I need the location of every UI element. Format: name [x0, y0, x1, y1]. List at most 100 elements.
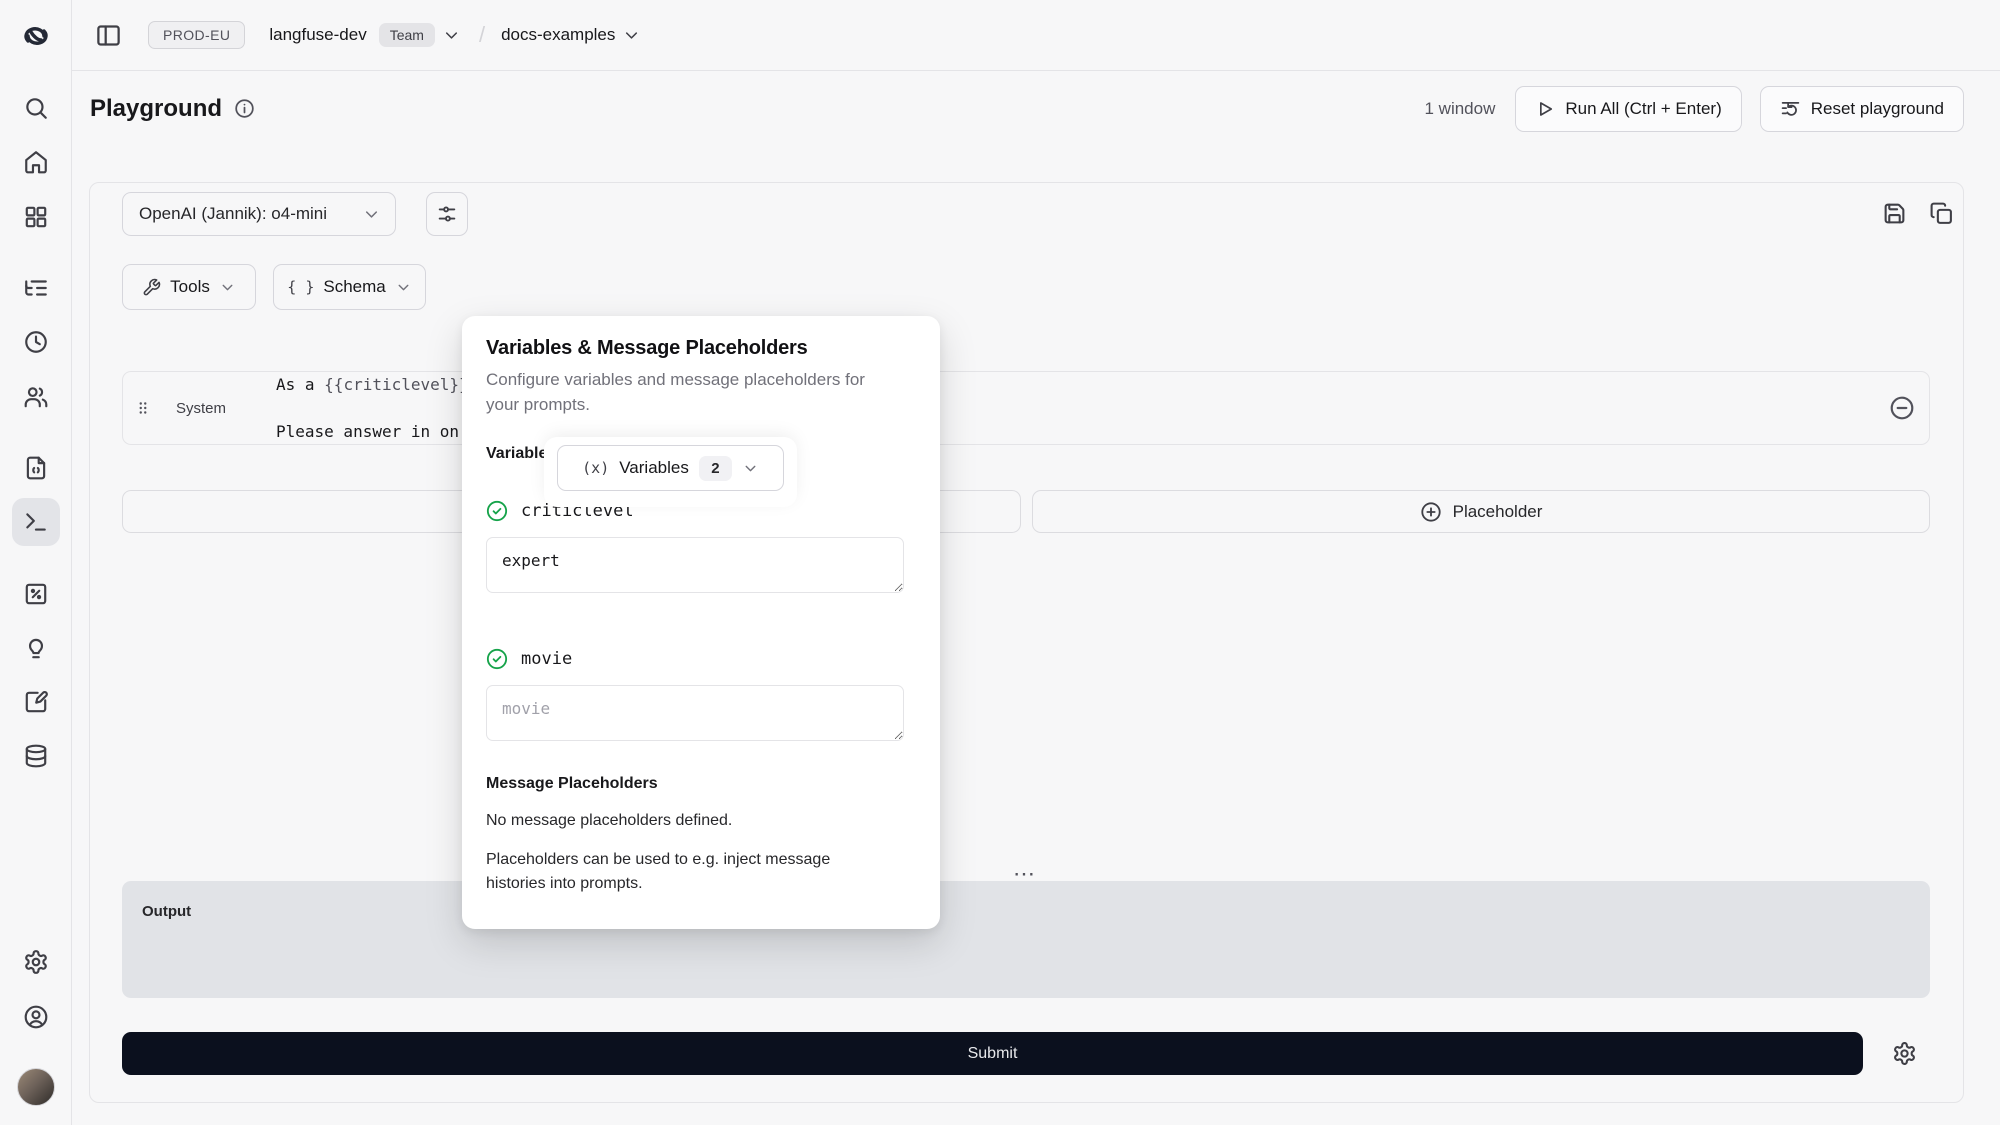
message-role-label[interactable]: System — [176, 400, 248, 417]
placeholders-empty-text: No message placeholders defined. — [486, 812, 910, 830]
tools-dropdown-button[interactable]: Tools — [122, 264, 256, 310]
schema-dropdown-button[interactable]: { } Schema — [273, 264, 426, 310]
sidebar-toggle-button[interactable] — [90, 17, 126, 53]
sidebar-item-home[interactable] — [14, 140, 58, 184]
panel-left-icon — [95, 22, 122, 49]
lightbulb-icon — [23, 635, 49, 661]
notebook-pen-icon — [23, 689, 49, 715]
sidebar-item-account[interactable] — [14, 995, 58, 1039]
system-message-row[interactable]: System As a {{criticlevel}} Please answe… — [122, 371, 1930, 445]
tools-label: Tools — [170, 277, 210, 297]
database-icon — [23, 743, 49, 769]
circle-plus-icon — [1420, 501, 1442, 523]
org-name[interactable]: langfuse-dev — [269, 25, 366, 45]
user-avatar[interactable] — [17, 1068, 55, 1106]
sidebar-item-annotation[interactable] — [14, 680, 58, 724]
system-text-line2: Please answer in on — [276, 420, 469, 444]
output-panel: Output — [122, 881, 1930, 998]
system-text-variable: {{criticlevel}} — [324, 375, 469, 394]
add-placeholder-button[interactable]: Placeholder — [1032, 490, 1930, 533]
sidebar-item-insights[interactable] — [14, 626, 58, 670]
sidebar-item-tracing[interactable] — [14, 266, 58, 310]
wrench-icon — [142, 278, 161, 297]
reset-playground-label: Reset playground — [1811, 99, 1944, 119]
gear-icon — [23, 949, 49, 975]
square-percent-icon — [23, 581, 49, 607]
sidebar-item-datasets[interactable] — [14, 734, 58, 778]
copy-window-button[interactable] — [1928, 200, 1954, 226]
page-title: Playground — [90, 95, 222, 123]
chevron-down-icon — [395, 279, 412, 296]
run-all-label: Run All (Ctrl + Enter) — [1565, 99, 1721, 119]
variable-row: movie — [486, 648, 910, 670]
placeholders-section-heading: Message Placeholders — [486, 775, 910, 793]
langfuse-logo-icon — [20, 20, 52, 52]
variables-popover-anchor: (x) Variables 2 — [544, 437, 797, 507]
add-placeholder-label: Placeholder — [1453, 502, 1543, 522]
system-text-prefix: As a — [276, 375, 324, 394]
window-count: 1 window — [1425, 99, 1496, 119]
chevron-down-icon — [742, 460, 759, 477]
drag-handle-icon[interactable] — [134, 398, 152, 418]
variables-label: Variables — [619, 458, 689, 478]
org-role-badge: Team — [379, 23, 435, 47]
project-switcher[interactable] — [622, 26, 641, 45]
sidebar-item-settings[interactable] — [14, 940, 58, 984]
sidebar-item-dashboards[interactable] — [14, 195, 58, 239]
langfuse-logo[interactable] — [20, 20, 52, 52]
check-circle-icon — [486, 648, 508, 670]
grip-vertical-icon — [134, 398, 152, 418]
variable-name: movie — [521, 649, 572, 669]
check-circle-icon — [486, 500, 508, 522]
environment-badge: PROD-EU — [148, 21, 245, 49]
popover-description: Configure variables and message placehol… — [486, 367, 886, 417]
run-all-button[interactable]: Run All (Ctrl + Enter) — [1515, 86, 1741, 132]
chevron-down-icon — [362, 205, 381, 224]
chevron-down-icon — [442, 26, 461, 45]
file-code-icon — [23, 455, 49, 481]
page-header: Playground 1 window Run All (Ctrl + Ente… — [72, 71, 2000, 146]
project-name[interactable]: docs-examples — [501, 25, 615, 45]
variables-count-badge: 2 — [699, 456, 732, 481]
schema-label: Schema — [323, 277, 385, 297]
sidebar — [0, 0, 72, 1125]
model-select-value: OpenAI (Jannik): o4-mini — [139, 204, 327, 224]
sidebar-item-evaluation[interactable] — [14, 572, 58, 616]
variables-popover: Variables & Message Placeholders Configu… — [462, 316, 940, 929]
list-tree-icon — [23, 275, 49, 301]
placeholders-hint-text: Placeholders can be used to e.g. inject … — [486, 848, 878, 896]
sliders-icon — [436, 203, 458, 225]
reset-playground-button[interactable]: Reset playground — [1760, 86, 1964, 132]
gear-icon — [1892, 1041, 1917, 1066]
circle-minus-icon — [1889, 395, 1915, 421]
system-message-content[interactable]: As a {{criticlevel}} Please answer in on — [276, 373, 469, 444]
variables-dropdown-button[interactable]: (x) Variables 2 — [557, 445, 784, 491]
search-icon — [23, 95, 49, 121]
sidebar-item-playground[interactable] — [12, 498, 60, 546]
variable-icon: (x) — [582, 459, 609, 477]
braces-icon: { } — [287, 278, 314, 296]
remove-message-button[interactable] — [1889, 395, 1915, 421]
model-settings-button[interactable] — [426, 192, 468, 236]
list-restart-icon — [1780, 98, 1801, 119]
sidebar-item-search[interactable] — [14, 86, 58, 130]
save-window-button[interactable] — [1881, 200, 1907, 226]
save-icon — [1882, 201, 1907, 226]
users-icon — [23, 384, 49, 410]
sidebar-item-prompts[interactable] — [14, 446, 58, 490]
sidebar-item-users[interactable] — [14, 375, 58, 419]
submit-button[interactable]: Submit — [122, 1032, 1863, 1075]
org-switcher[interactable] — [442, 26, 461, 45]
submit-settings-button[interactable] — [1891, 1040, 1917, 1066]
chevron-down-icon — [622, 26, 641, 45]
variable-value-input[interactable] — [486, 685, 904, 741]
info-icon[interactable] — [234, 98, 255, 119]
terminal-icon — [23, 509, 49, 535]
clock-icon — [23, 329, 49, 355]
sidebar-item-sessions[interactable] — [14, 320, 58, 364]
topbar: PROD-EU langfuse-dev Team / docs-example… — [72, 0, 2000, 71]
variable-value-input[interactable]: expert — [486, 537, 904, 593]
playground-window: OpenAI (Jannik): o4-mini Tools { } Schem… — [89, 182, 1964, 1103]
info-circle-icon — [234, 98, 255, 119]
model-select-button[interactable]: OpenAI (Jannik): o4-mini — [122, 192, 396, 236]
